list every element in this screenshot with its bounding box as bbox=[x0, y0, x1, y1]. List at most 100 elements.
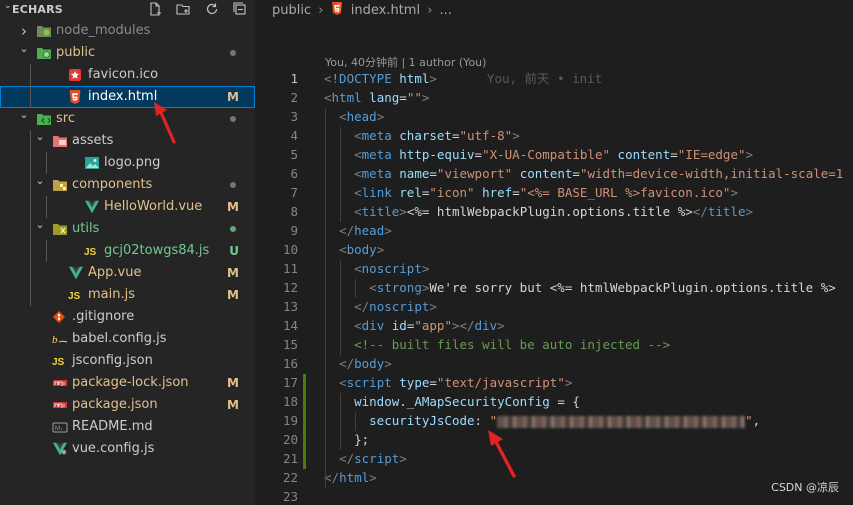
file-item[interactable]: vue.config.js bbox=[0, 438, 255, 460]
code-line[interactable]: <body> bbox=[324, 240, 384, 259]
git-status-badge: M bbox=[227, 266, 239, 280]
modified-dot bbox=[230, 116, 236, 122]
code-token: content bbox=[519, 166, 573, 181]
code-token: "width=device-width,initial-scale=1 bbox=[579, 166, 844, 181]
code-line[interactable]: </html> bbox=[324, 468, 377, 487]
code-token: < bbox=[354, 261, 362, 276]
new-folder-icon[interactable] bbox=[176, 2, 191, 16]
code-line[interactable]: <link rel="icon" href="<%= BASE_URL %>fa… bbox=[324, 183, 738, 202]
chevron-down-icon[interactable]: ⌄ bbox=[34, 126, 46, 148]
new-file-icon[interactable] bbox=[148, 2, 162, 16]
code-token: }; bbox=[324, 432, 370, 447]
git-status-badge: M bbox=[227, 200, 239, 214]
tree-item-label: components bbox=[72, 177, 153, 192]
file-item[interactable]: .gitignore bbox=[0, 306, 255, 328]
code-token: <!-- built files will be auto injected -… bbox=[354, 337, 671, 352]
html5-icon bbox=[68, 90, 84, 104]
folder-item[interactable]: ⌄ assets bbox=[0, 130, 255, 152]
code-token: </ bbox=[339, 451, 355, 466]
codelens-blame[interactable]: You, 40分钟前 | 1 author (You) bbox=[325, 54, 486, 70]
file-item[interactable]: JS gcj02towgs84.js U bbox=[0, 240, 255, 262]
code-line[interactable]: </script> bbox=[324, 449, 407, 468]
file-item[interactable]: JS main.js M bbox=[0, 284, 255, 306]
line-number: 19 bbox=[282, 413, 298, 428]
breadcrumb-file[interactable]: index.html bbox=[351, 3, 420, 18]
indent-guide bbox=[46, 240, 47, 262]
file-item[interactable]: b babel.config.js bbox=[0, 328, 255, 350]
code-line[interactable]: <script type="text/javascript"> bbox=[324, 373, 572, 392]
code-line[interactable]: }; bbox=[324, 430, 369, 449]
code-line[interactable]: <strong>We're sorry but <%= htmlWebpackP… bbox=[324, 278, 843, 297]
explorer-actions bbox=[139, 2, 247, 21]
code-token: = bbox=[399, 90, 407, 105]
code-line[interactable]: <div id="app"></div> bbox=[324, 316, 505, 335]
file-item[interactable]: App.vue M bbox=[0, 262, 255, 284]
code-token: > bbox=[421, 90, 430, 105]
chevron-down-icon[interactable]: ⌄ bbox=[4, 1, 12, 11]
code-line[interactable]: window._AMapSecurityConfig = { bbox=[324, 392, 580, 411]
html5-icon bbox=[331, 2, 343, 19]
code-token: < bbox=[354, 318, 362, 333]
code-token: href bbox=[482, 185, 513, 200]
tree-item-label: node_modules bbox=[56, 23, 151, 38]
code-token: </ bbox=[339, 223, 355, 238]
indent-guide bbox=[46, 196, 47, 218]
chevron-down-icon[interactable]: ⌄ bbox=[18, 104, 30, 126]
file-item[interactable]: index.html M bbox=[0, 86, 255, 108]
code-token: We're sorry but <%= htmlWebpackPlugin.op… bbox=[429, 280, 844, 295]
tree-item-label: gcj02towgs84.js bbox=[104, 243, 210, 258]
code-editor[interactable]: public › index.html › ... You, 40分钟前 | 1… bbox=[255, 0, 853, 505]
code-token: > bbox=[376, 242, 385, 257]
git-added-indicator[interactable] bbox=[303, 374, 306, 469]
folder-item[interactable]: ⌄ public bbox=[0, 42, 255, 64]
code-line[interactable]: <meta http-equiv="X-UA-Compatible" conte… bbox=[324, 145, 753, 164]
git-icon bbox=[52, 310, 68, 324]
line-number: 22 bbox=[282, 470, 298, 485]
babel-icon: b bbox=[52, 332, 68, 346]
code-token: . bbox=[399, 394, 407, 409]
code-token: < bbox=[354, 166, 362, 181]
tree-item-label: vue.config.js bbox=[72, 441, 155, 456]
breadcrumb-folder[interactable]: public bbox=[272, 3, 311, 18]
collapse-all-icon[interactable] bbox=[233, 2, 247, 16]
code-line[interactable]: <head> bbox=[324, 107, 384, 126]
breadcrumb-more[interactable]: ... bbox=[440, 3, 452, 18]
file-item[interactable]: favicon.ico bbox=[0, 64, 255, 86]
code-line[interactable]: </head> bbox=[324, 221, 392, 240]
code-line[interactable]: securityJsCode: " ", bbox=[324, 411, 760, 430]
folder-item[interactable]: ⌄ components bbox=[0, 174, 255, 196]
chevron-down-icon[interactable]: ⌄ bbox=[18, 38, 30, 60]
explorer-title[interactable]: ECHARS bbox=[12, 3, 63, 16]
code-line[interactable]: <!DOCTYPE html> You, 前天 • init bbox=[324, 69, 602, 88]
line-number: 6 bbox=[290, 166, 298, 181]
git-status-badge: M bbox=[227, 90, 239, 104]
file-item[interactable]: M↓ README.md bbox=[0, 416, 255, 438]
code-token: < bbox=[324, 90, 332, 105]
line-number: 18 bbox=[282, 394, 298, 409]
code-token: meta bbox=[361, 166, 392, 181]
redacted-key bbox=[497, 415, 746, 428]
code-line[interactable]: <html lang=""> bbox=[324, 88, 429, 107]
code-line[interactable]: <!-- built files will be auto injected -… bbox=[324, 335, 670, 354]
chevron-down-icon[interactable]: ⌄ bbox=[34, 214, 46, 236]
code-line[interactable]: <meta charset="utf-8"> bbox=[324, 126, 520, 145]
file-item[interactable]: package-lock.json M bbox=[0, 372, 255, 394]
chevron-down-icon[interactable]: ⌄ bbox=[34, 170, 46, 192]
folder-item[interactable]: ⌄ utils bbox=[0, 218, 255, 240]
tree-item-label: public bbox=[56, 45, 96, 60]
code-line[interactable]: </body> bbox=[324, 354, 392, 373]
breadcrumb: public › index.html › ... bbox=[272, 2, 452, 19]
code-token: script bbox=[346, 375, 392, 390]
file-item[interactable]: package.json M bbox=[0, 394, 255, 416]
code-token: < bbox=[339, 242, 347, 257]
code-line[interactable]: <title><%= htmlWebpackPlugin.options.tit… bbox=[324, 202, 753, 221]
code-token: head bbox=[354, 223, 385, 238]
file-item[interactable]: JS jsconfig.json bbox=[0, 350, 255, 372]
folder-item[interactable]: › node_modules bbox=[0, 20, 255, 42]
code-line[interactable]: <meta name="viewport" content="width=dev… bbox=[324, 164, 843, 183]
refresh-icon[interactable] bbox=[205, 2, 219, 16]
src-folder-icon bbox=[36, 112, 52, 126]
